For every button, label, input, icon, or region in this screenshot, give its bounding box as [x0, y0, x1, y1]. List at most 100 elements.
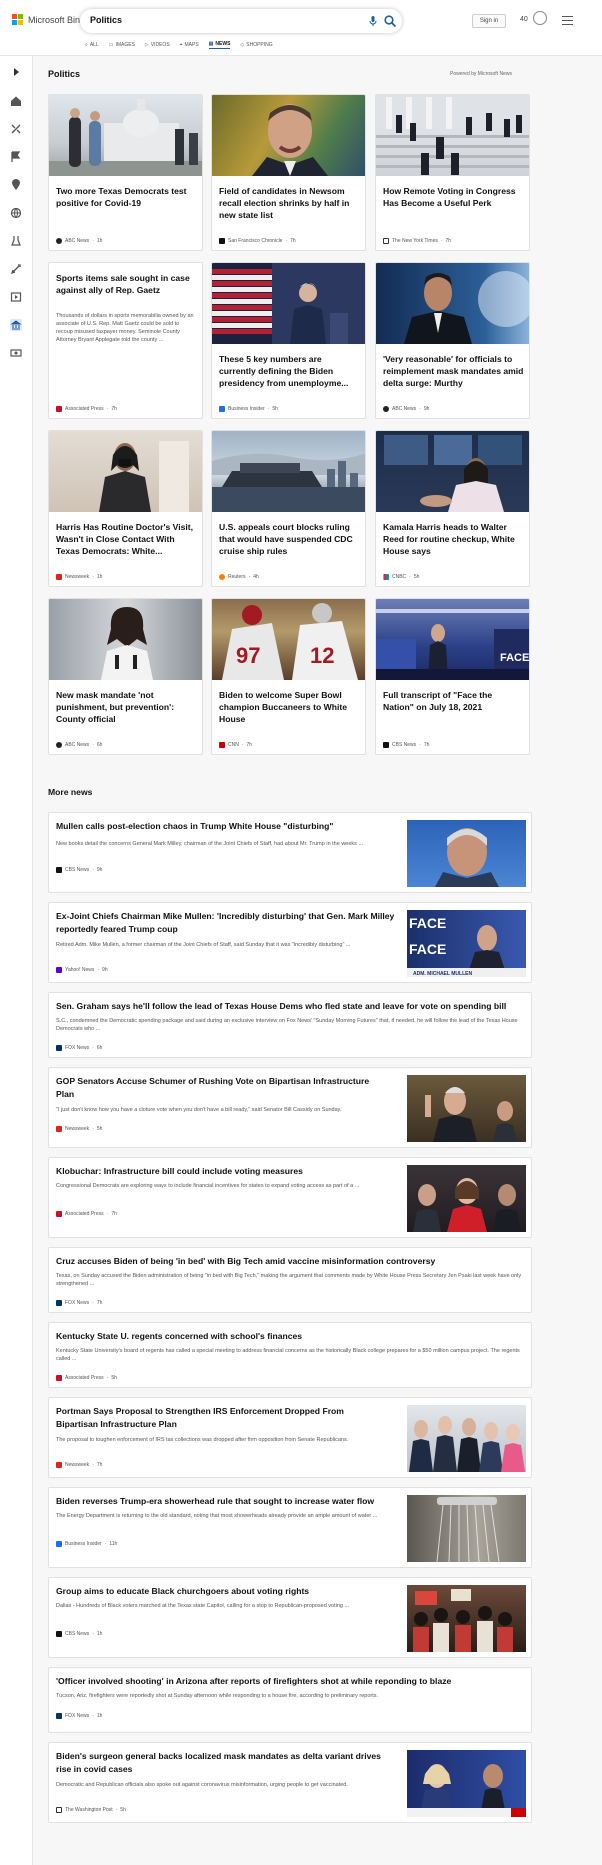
- item-source: FOX News · 1h: [56, 1713, 102, 1719]
- card-title[interactable]: How Remote Voting in Congress Has Become…: [383, 185, 524, 209]
- item-title[interactable]: GOP Senators Accuse Schumer of Rushing V…: [56, 1075, 386, 1101]
- rocket-icon[interactable]: [9, 262, 23, 276]
- item-title[interactable]: Portman Says Proposal to Strengthen IRS …: [56, 1405, 386, 1431]
- item-title[interactable]: Biden reverses Trump-era showerhead rule…: [56, 1495, 396, 1508]
- news-list-item[interactable]: Portman Says Proposal to Strengthen IRS …: [48, 1397, 532, 1478]
- news-list-item[interactable]: GOP Senators Accuse Schumer of Rushing V…: [48, 1067, 532, 1148]
- item-title[interactable]: Sen. Graham says he'll follow the lead o…: [56, 1000, 526, 1013]
- tools-icon[interactable]: [9, 122, 23, 136]
- item-title[interactable]: Klobuchar: Infrastructure bill could inc…: [56, 1165, 396, 1178]
- card-title[interactable]: Full transcript of "Face the Nation" on …: [383, 689, 524, 713]
- search-input[interactable]: Politics: [90, 15, 122, 25]
- news-list-item[interactable]: Group aims to educate Black churchgoers …: [48, 1577, 532, 1658]
- news-list-item[interactable]: Kentucky State U. regents concerned with…: [48, 1322, 532, 1388]
- card-title[interactable]: U.S. appeals court blocks ruling that wo…: [219, 521, 360, 557]
- news-list-item[interactable]: Biden's surgeon general backs localized …: [48, 1742, 532, 1823]
- tab-images[interactable]: ▭ IMAGES: [109, 40, 135, 49]
- news-card[interactable]: Field of candidates in Newsom recall ele…: [211, 94, 366, 251]
- item-snippet: Congressional Democrats are exploring wa…: [56, 1183, 360, 1189]
- rewards-trophy-icon[interactable]: [533, 11, 547, 25]
- politics-building-icon[interactable]: [9, 318, 23, 332]
- news-list-item[interactable]: Cruz accuses Biden of being 'in bed' wit…: [48, 1247, 532, 1313]
- news-list-item[interactable]: Ex-Joint Chiefs Chairman Mike Mullen: 'I…: [48, 902, 532, 983]
- item-thumbnail: [407, 1075, 526, 1142]
- news-card[interactable]: Kamala Harris heads to Walter Reed for r…: [375, 430, 530, 587]
- news-card[interactable]: New mask mandate 'not punishment, but pr…: [48, 598, 203, 755]
- item-thumbnail: [407, 1750, 526, 1817]
- bing-logo[interactable]: Microsoft Bing: [12, 14, 85, 25]
- tab-shopping[interactable]: ◇ SHOPPING: [240, 40, 272, 49]
- card-title[interactable]: These 5 key numbers are currently defini…: [219, 353, 360, 389]
- item-title[interactable]: Cruz accuses Biden of being 'in bed' wit…: [56, 1255, 526, 1268]
- news-list-item[interactable]: Sen. Graham says he'll follow the lead o…: [48, 992, 532, 1058]
- card-title[interactable]: Biden to welcome Super Bowl champion Buc…: [219, 689, 360, 725]
- item-source: Associated Press · 5h: [56, 1375, 117, 1381]
- rewards-points[interactable]: 40: [520, 16, 528, 23]
- news-list-item[interactable]: Biden reverses Trump-era showerhead rule…: [48, 1487, 532, 1568]
- news-card[interactable]: Harris Has Routine Doctor's Visit, Wasn'…: [48, 430, 203, 587]
- shopping-tag-icon: ◇: [240, 41, 245, 48]
- card-title[interactable]: Kamala Harris heads to Walter Reed for r…: [383, 521, 524, 557]
- news-card[interactable]: Two more Texas Democrats test positive f…: [48, 94, 203, 251]
- brand-name: Microsoft Bing: [28, 14, 86, 25]
- tab-videos[interactable]: ▷ VIDEOS: [145, 40, 170, 49]
- sf-chronicle-logo-icon: [219, 238, 225, 244]
- item-title[interactable]: 'Officer involved shooting' in Arizona a…: [56, 1675, 526, 1688]
- card-source: CNBC · 5h: [383, 574, 419, 580]
- search-icon[interactable]: [383, 14, 397, 28]
- item-source: CBS News · 1h: [56, 1631, 102, 1637]
- tab-maps[interactable]: ⌖ MAPS: [180, 40, 199, 49]
- item-title[interactable]: Group aims to educate Black churchgoers …: [56, 1585, 396, 1598]
- home-icon[interactable]: [9, 94, 23, 108]
- location-pin-icon[interactable]: [9, 178, 23, 192]
- card-title[interactable]: 'Very reasonable' for officials to reimp…: [383, 353, 524, 389]
- money-icon[interactable]: [9, 346, 23, 360]
- tab-news[interactable]: ▤ NEWS: [208, 40, 231, 49]
- flag-icon[interactable]: [9, 150, 23, 164]
- item-source: Newsweek · 5h: [56, 1126, 102, 1132]
- news-sidebar: [0, 56, 33, 1865]
- science-icon[interactable]: [9, 234, 23, 248]
- hamburger-menu-icon[interactable]: [562, 16, 573, 25]
- news-list-item[interactable]: 'Officer involved shooting' in Arizona a…: [48, 1667, 532, 1733]
- news-list-item[interactable]: Mullen calls post-election chaos in Trum…: [48, 812, 532, 893]
- entertainment-icon[interactable]: [9, 290, 23, 304]
- item-title[interactable]: Mullen calls post-election chaos in Trum…: [56, 820, 386, 833]
- globe-icon[interactable]: [9, 206, 23, 220]
- news-list-item[interactable]: Klobuchar: Infrastructure bill could inc…: [48, 1157, 532, 1238]
- news-card[interactable]: These 5 key numbers are currently defini…: [211, 262, 366, 419]
- card-title[interactable]: Harris Has Routine Doctor's Visit, Wasn'…: [56, 521, 197, 557]
- card-title[interactable]: Two more Texas Democrats test positive f…: [56, 185, 197, 209]
- newsweek-logo-icon: [56, 1462, 62, 1468]
- card-title[interactable]: Field of candidates in Newsom recall ele…: [219, 185, 360, 221]
- news-card[interactable]: 97 12 Biden to welcome Super Bowl champi…: [211, 598, 366, 755]
- news-card[interactable]: How Remote Voting in Congress Has Become…: [375, 94, 530, 251]
- card-title[interactable]: Sports items sale sought in case against…: [56, 272, 197, 296]
- sign-in-button[interactable]: Sign in: [472, 14, 506, 28]
- item-title[interactable]: Ex-Joint Chiefs Chairman Mike Mullen: 'I…: [56, 910, 396, 936]
- card-title[interactable]: New mask mandate 'not punishment, but pr…: [56, 689, 197, 725]
- chyron-text: ADM. MICHAEL MULLEN: [413, 971, 472, 977]
- item-thumbnail: [407, 1405, 526, 1472]
- news-thumbnail: [376, 95, 529, 176]
- reuters-logo-icon: [219, 574, 225, 580]
- card-source: The New York Times · 7h: [383, 238, 451, 244]
- microphone-icon[interactable]: [366, 14, 380, 28]
- news-thumbnail: 97 12: [212, 599, 365, 680]
- expand-arrow-icon[interactable]: [9, 65, 23, 79]
- news-card[interactable]: FACE Full transcript of "Face the Nation…: [375, 598, 530, 755]
- jersey-number: 97: [236, 643, 260, 668]
- business-insider-logo-icon: [219, 406, 225, 412]
- news-card[interactable]: 'Very reasonable' for officials to reimp…: [375, 262, 530, 419]
- item-thumbnail: [407, 1585, 526, 1652]
- tab-all[interactable]: ⌕ ALL: [85, 40, 99, 49]
- news-card[interactable]: Sports items sale sought in case against…: [48, 262, 203, 419]
- news-card[interactable]: U.S. appeals court blocks ruling that wo…: [211, 430, 366, 587]
- microsoft-logo-icon: [12, 14, 23, 25]
- search-box[interactable]: Politics: [80, 9, 402, 33]
- item-title[interactable]: Biden's surgeon general backs localized …: [56, 1750, 396, 1776]
- powered-by-label[interactable]: Powered by Microsoft News: [450, 71, 512, 77]
- item-title[interactable]: Kentucky State U. regents concerned with…: [56, 1330, 526, 1343]
- video-icon: ▷: [144, 41, 149, 48]
- card-source: ABC News · 1h: [56, 238, 102, 244]
